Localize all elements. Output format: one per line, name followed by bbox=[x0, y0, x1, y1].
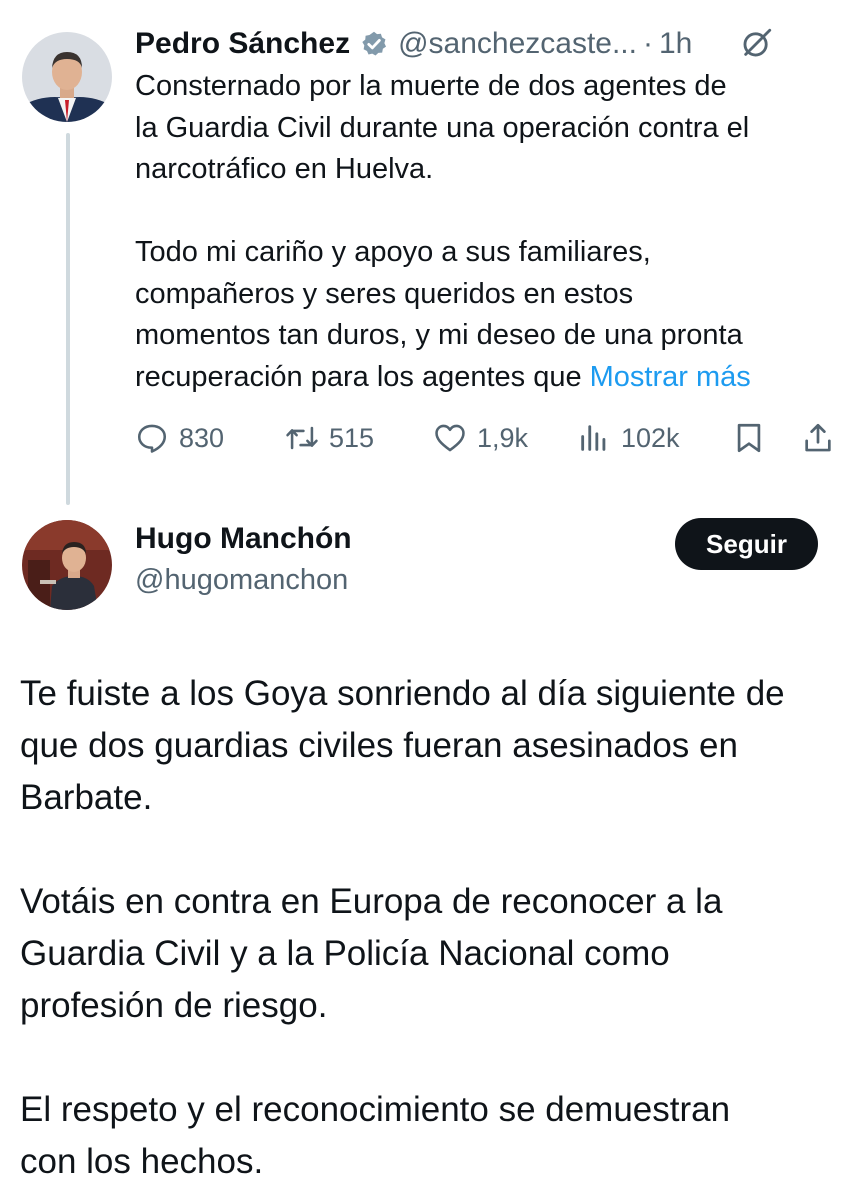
reply-text-line: Te fuiste a los Goya sonriendo al día si… bbox=[20, 674, 785, 713]
reply-author-handle[interactable]: @hugomanchon bbox=[135, 564, 348, 597]
show-more-link[interactable]: Mostrar más bbox=[590, 361, 751, 393]
tweet-action-bar: 830 515 1,9k 102k bbox=[135, 415, 835, 461]
reply-text-line: Barbate. bbox=[20, 778, 153, 817]
hugo-manchon-avatar[interactable] bbox=[22, 520, 112, 610]
reply-text-line: Guardia Civil y a la Policía Nacional co… bbox=[20, 934, 670, 973]
views-button[interactable]: 102k bbox=[577, 415, 680, 461]
thread-connector-line bbox=[66, 133, 70, 505]
bookmark-button[interactable] bbox=[732, 415, 766, 461]
share-button[interactable] bbox=[801, 415, 835, 461]
views-count: 102k bbox=[621, 422, 680, 453]
repost-count: 515 bbox=[329, 422, 375, 453]
reply-author-name[interactable]: Hugo Manchón bbox=[135, 522, 352, 556]
like-button[interactable]: 1,9k bbox=[433, 415, 528, 461]
tweet-time[interactable]: 1h bbox=[659, 27, 692, 61]
reply-icon bbox=[137, 424, 167, 453]
grok-icon[interactable] bbox=[740, 26, 774, 60]
tweet-text-line: compañeros y seres queridos en estos bbox=[135, 277, 634, 310]
original-tweet-header: Pedro Sánchez @sanchezcaste... · 1h bbox=[135, 22, 692, 66]
repost-button[interactable]: 515 bbox=[285, 415, 374, 461]
reply-count: 830 bbox=[179, 422, 225, 453]
reply-tweet-body: Te fuiste a los Goya sonriendo al día si… bbox=[20, 668, 840, 1188]
tweet-text-fragment: recuperación para los agentes que bbox=[135, 360, 590, 393]
separator-dot: · bbox=[642, 27, 653, 60]
repost-icon bbox=[286, 426, 318, 450]
reply-text-line: El respeto y el reconocimiento se demues… bbox=[20, 1090, 731, 1129]
verified-badge-icon bbox=[360, 30, 388, 58]
views-icon bbox=[581, 425, 606, 451]
tweet-text-line: la Guardia Civil durante una operación c… bbox=[135, 111, 750, 144]
reply-button[interactable]: 830 bbox=[135, 415, 224, 461]
like-count: 1,9k bbox=[477, 422, 529, 453]
reply-text-line: con los hechos. bbox=[20, 1142, 264, 1181]
reply-text-line: que dos guardias civiles fueran asesinad… bbox=[20, 726, 738, 765]
author-handle[interactable]: @sanchezcaste... bbox=[398, 27, 637, 61]
like-icon bbox=[435, 424, 465, 452]
author-name[interactable]: Pedro Sánchez bbox=[135, 27, 350, 61]
tweet-text-line-last: recuperación para los agentes que Mostra… bbox=[135, 357, 845, 399]
tweet-text-line: Todo mi cariño y apoyo a sus familiares, bbox=[135, 236, 651, 268]
reply-text-line: Votáis en contra en Europa de reconocer … bbox=[20, 882, 723, 921]
reply-text-line: profesión de riesgo. bbox=[20, 986, 328, 1025]
tweet-text-line: narcotráfico en Huelva. bbox=[135, 153, 434, 185]
pedro-sanchez-avatar[interactable] bbox=[22, 32, 112, 122]
share-icon bbox=[805, 423, 831, 452]
bookmark-icon bbox=[737, 423, 761, 453]
tweet-text-line: Consternado por la muerte de dos agentes… bbox=[135, 70, 727, 102]
original-tweet-body: Consternado por la muerte de dos agentes… bbox=[135, 66, 845, 398]
follow-button[interactable]: Seguir bbox=[675, 518, 818, 570]
tweet-text-line: momentos tan duros, y mi deseo de una pr… bbox=[135, 319, 743, 351]
